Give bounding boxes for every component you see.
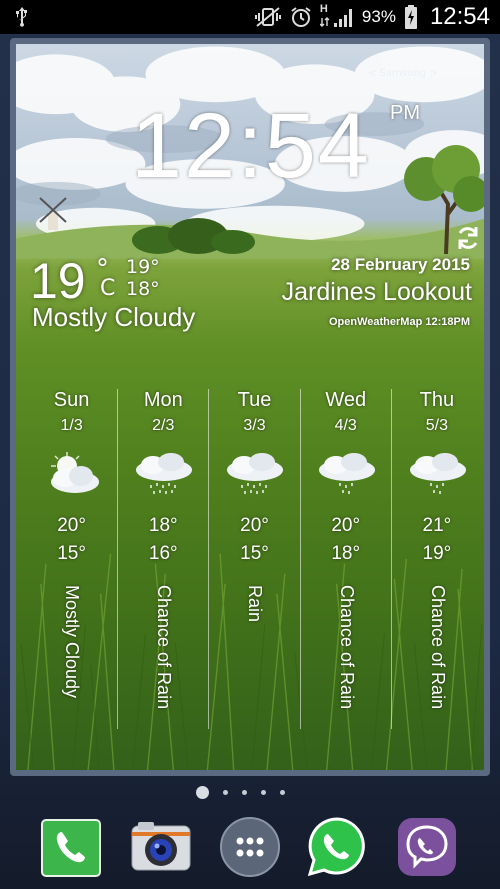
forecast-high: 20° [240,515,269,536]
signal-icon: H [319,3,354,29]
date-label: 28 February 2015 [331,255,470,274]
page-dot[interactable] [261,790,266,795]
forecast-day[interactable]: Tue 3/3 20° 15° Rain [208,389,299,729]
location-label[interactable]: Jardines Lookout [282,278,472,307]
whatsapp-icon[interactable] [306,816,368,878]
forecast-low: 18° [331,543,361,564]
forecast-high: 21° [422,515,452,536]
alarm-icon [290,6,312,28]
usb-icon [14,6,30,32]
forecast-day[interactable]: Thu 5/3 21° 19° Chance of Rain [390,389,482,729]
forecast-condition: Chance of Rain [427,585,448,710]
forecast-day-name: Mon [143,389,183,411]
windmill-image [39,197,67,230]
current-high: 19° [126,256,160,278]
rain-cloud-icon [316,452,378,503]
forecast-condition: Chance of Rain [154,585,175,710]
rain-cloud-icon [133,452,195,503]
forecast-day-date: 2/3 [152,417,175,434]
refresh-icon[interactable] [454,224,482,256]
forecast-day-date: 3/3 [243,417,266,434]
current-condition: Mostly Cloudy [32,302,196,332]
rain-cloud-icon [224,452,286,503]
forecast-day[interactable]: Sun 1/3 20° 15° Mostly Cloudy [26,389,117,729]
data-source-label: OpenWeatherMap 12:18PM [328,316,470,328]
page-dot[interactable] [223,790,228,795]
forecast-row: Sun 1/3 20° 15° Mostly Cloudy Mon 2/3 18… [26,389,482,729]
viber-icon[interactable] [396,816,458,878]
forecast-day-date: 1/3 [60,417,83,434]
forecast-day-date: 4/3 [334,417,357,434]
temperature-unit: C [100,276,116,301]
app-dock [0,810,500,889]
current-low: 18° [126,278,160,300]
forecast-day-name: Sun [53,389,90,411]
forecast-low: 16° [148,543,178,564]
status-time: 12:54 [429,3,490,30]
page-dot[interactable] [242,790,247,795]
forecast-day-name: Wed [325,389,367,411]
rain-cloud-icon [407,452,469,503]
camera-icon[interactable] [130,816,192,878]
forecast-day-name: Tue [237,389,272,411]
battery-charging-icon [404,5,418,29]
forecast-condition: Mostly Cloudy [62,585,82,699]
forecast-low: 15° [57,543,86,564]
forecast-high: 20° [331,515,361,536]
battery-percent: 93% [361,7,396,26]
forecast-day-date: 5/3 [425,417,449,434]
forecast-low: 19° [422,543,452,564]
page-dot-active[interactable] [196,786,209,799]
forecast-day-name: Thu [419,389,455,411]
status-bar: H 93% 12:54 [0,0,500,34]
phone-icon[interactable] [40,816,102,878]
sun-cloud-icon [41,452,103,503]
forecast-day[interactable]: Mon 2/3 18° 16° Chance of Rain [117,389,208,729]
weather-widget[interactable]: < Samsung > 12:54 PM 19 ° C 19° 18° Most… [10,38,490,776]
clock-ampm: PM [390,102,420,124]
page-dot[interactable] [280,790,285,795]
forecast-high: 18° [148,515,178,536]
forecast-day[interactable]: Wed 4/3 20° 18° Chance of Rain [299,389,391,729]
page-indicator[interactable] [196,786,285,799]
apps-drawer-icon[interactable] [219,816,281,878]
forecast-high: 20° [57,515,86,536]
sponsor-text: < Samsung > [368,68,438,79]
mute-vibrate-icon [254,6,282,28]
distant-trees-image [132,218,255,254]
forecast-low: 15° [240,543,269,564]
network-type-label: H [319,3,328,15]
forecast-condition: Chance of Rain [336,585,357,710]
forecast-condition: Rain [245,585,266,623]
